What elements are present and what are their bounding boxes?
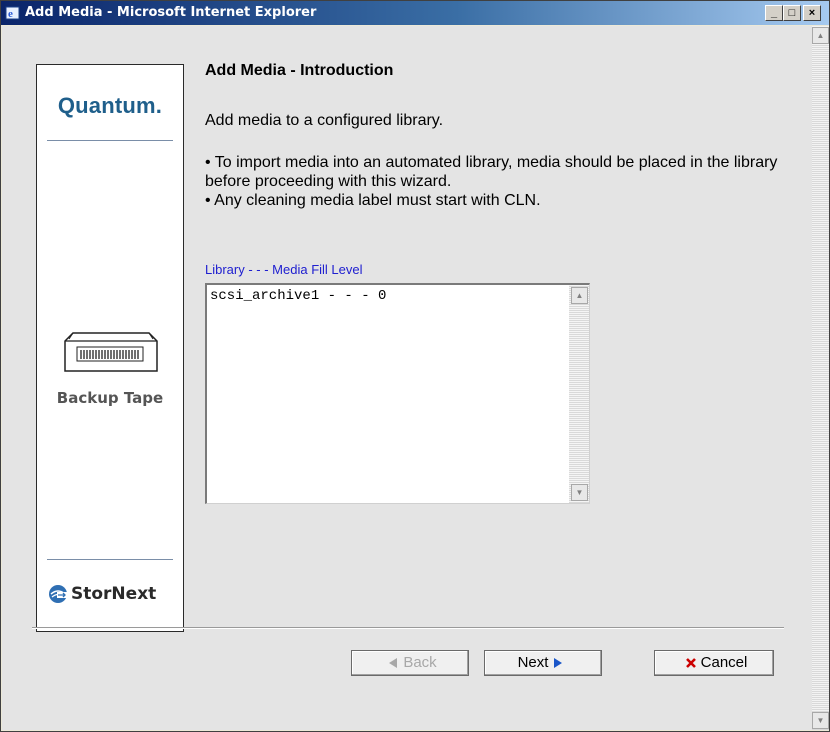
stornext-wordmark: StorNext [71,584,157,604]
scroll-up-button[interactable]: ▲ [571,287,588,304]
minimize-icon: _ [770,7,778,19]
stornext-logo: StorNext [47,583,156,607]
next-button[interactable]: Next [484,650,602,676]
library-listbox[interactable]: scsi_archive1 - - - 0 ▲ ▼ [205,283,590,504]
svg-text:e: e [8,8,13,20]
page-scrollbar[interactable]: ▲ ▼ [812,26,829,730]
button-separator [32,627,784,629]
instructions: • To import media into an automated libr… [205,153,805,210]
close-icon: × [808,7,816,19]
browser-window: e Add Media - Microsoft Internet Explore… [0,0,830,732]
instruction-item: • Any cleaning media label must start wi… [205,192,541,209]
intro-text: Add media to a configured library. [205,112,444,129]
page-title: Add Media - Introduction [205,62,394,79]
sidebar-divider [47,559,173,560]
back-button-label: Back [403,654,437,671]
minimize-button[interactable]: _ [765,5,783,21]
close-button[interactable]: × [803,5,821,21]
illustration-caption: Backup Tape [56,389,164,407]
next-button-label: Next [517,654,549,671]
chevron-down-icon: ▼ [575,488,584,497]
sidebar-divider [47,140,173,141]
stornext-globe-icon [49,585,67,603]
instruction-item: • To import media into an automated libr… [205,154,778,190]
maximize-button[interactable]: □ [783,5,801,21]
scroll-down-button[interactable]: ▼ [571,484,588,501]
maximize-icon: □ [788,7,796,19]
backup-tape-icon [64,332,158,372]
back-arrow-icon [389,658,398,669]
cancel-button[interactable]: Cancel [654,650,774,676]
next-arrow-icon [554,658,563,669]
window-title: Add Media - Microsoft Internet Explorer [25,5,317,20]
chevron-down-icon: ▼ [816,716,825,725]
listbox-scrollbar[interactable]: ▲ ▼ [569,285,589,503]
library-list-label: Library - - - Media Fill Level [205,262,363,277]
cancel-button-label: Cancel [700,654,748,671]
page-content: Quantum. Backup Tape StorNext Add Media … [2,26,812,730]
quantum-logo: Quantum. [57,93,163,118]
chevron-up-icon: ▲ [575,291,584,300]
cancel-x-icon [685,658,696,668]
internet-explorer-icon: e [5,6,20,20]
title-bar[interactable]: e Add Media - Microsoft Internet Explore… [1,1,829,25]
page-scroll-down-button[interactable]: ▼ [812,712,829,729]
wizard-sidebar: Quantum. Backup Tape StorNext [36,64,184,632]
chevron-up-icon: ▲ [816,31,825,40]
list-item[interactable]: scsi_archive1 - - - 0 [210,288,386,304]
page-scroll-up-button[interactable]: ▲ [812,27,829,44]
back-button[interactable]: Back [351,650,469,676]
